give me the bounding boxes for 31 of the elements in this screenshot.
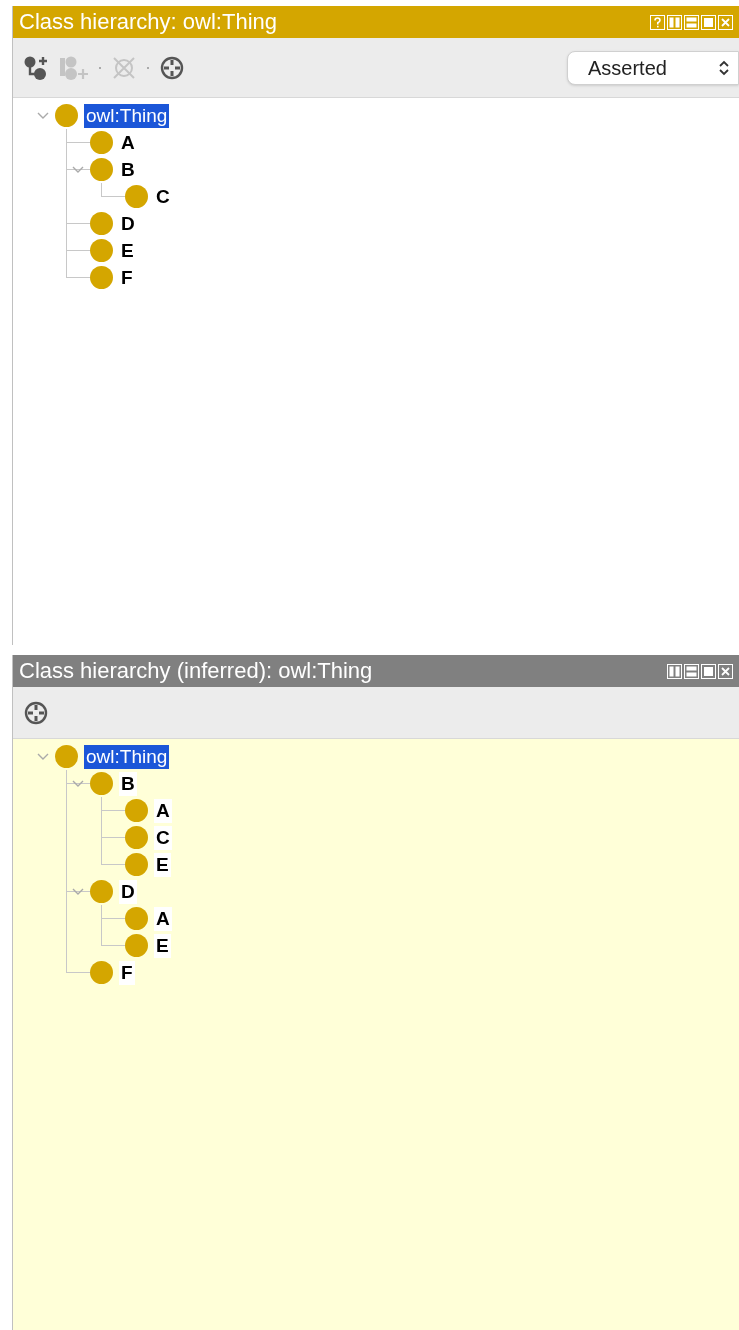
target-icon[interactable]: [23, 699, 49, 726]
class-label[interactable]: E: [154, 933, 171, 958]
maximize-icon[interactable]: [701, 663, 716, 679]
class-label[interactable]: D: [119, 879, 137, 904]
class-label[interactable]: F: [119, 960, 135, 985]
panel-title: Class hierarchy: owl:Thing: [19, 11, 277, 33]
split-horizontal-icon[interactable]: [684, 14, 699, 30]
split-vertical-icon[interactable]: [667, 663, 682, 679]
target-icon[interactable]: [159, 54, 185, 81]
help-icon[interactable]: [650, 14, 665, 30]
class-label[interactable]: B: [119, 771, 137, 796]
maximize-icon[interactable]: [701, 14, 716, 30]
class-label[interactable]: C: [154, 825, 172, 850]
panel-title: Class hierarchy (inferred): owl:Thing: [19, 660, 373, 682]
class-label[interactable]: owl:Thing: [84, 103, 170, 128]
expand-chevron-icon[interactable]: [72, 165, 84, 174]
class-label[interactable]: E: [154, 852, 171, 877]
split-vertical-icon[interactable]: [667, 14, 682, 30]
split-horizontal-icon[interactable]: [684, 663, 699, 679]
expand-chevron-icon[interactable]: [37, 111, 49, 120]
close-icon[interactable]: [718, 663, 733, 679]
view-dropdown[interactable]: Asserted: [567, 50, 739, 85]
close-icon[interactable]: [718, 14, 733, 30]
class-label[interactable]: A: [154, 798, 172, 823]
add-subclass-icon[interactable]: [23, 54, 49, 81]
up-down-chevron-icon: [718, 58, 730, 77]
expand-chevron-icon[interactable]: [72, 887, 84, 896]
expand-chevron-icon[interactable]: [37, 752, 49, 761]
class-label[interactable]: A: [154, 906, 172, 931]
expand-chevron-icon[interactable]: [72, 779, 84, 788]
class-label[interactable]: owl:Thing: [84, 744, 170, 769]
